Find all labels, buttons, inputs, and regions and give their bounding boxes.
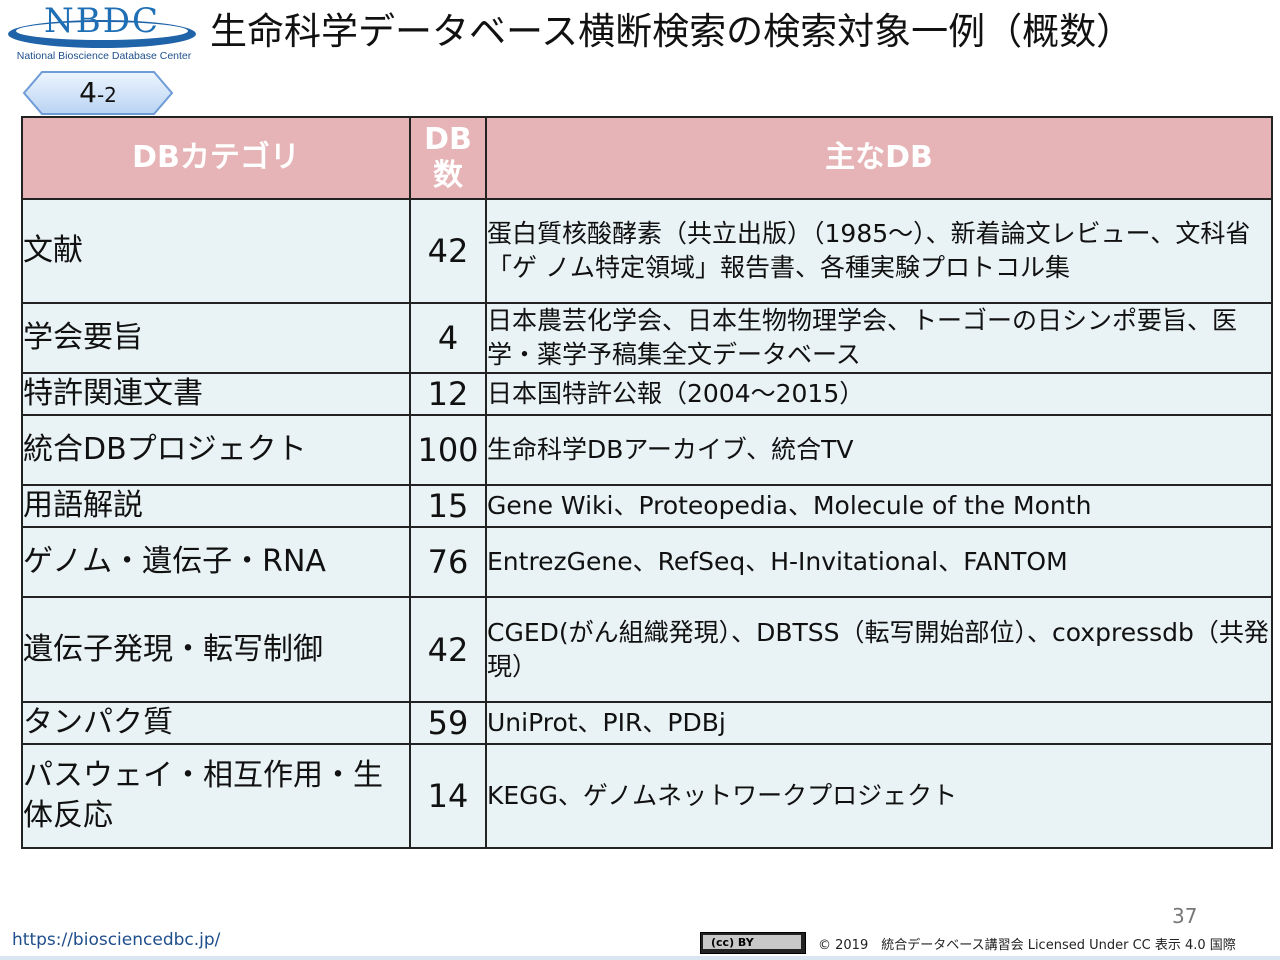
header-category: DBカテゴリ (21, 116, 411, 200)
page-number: 37 (1172, 904, 1198, 928)
main-db-cell: 蛋白質核酸酵素（共立出版）（1985～）、新着論文レビュー、文科省「ゲ ノム特定… (485, 198, 1273, 304)
db-count-cell: 14 (409, 743, 487, 849)
header-db-count: DB 数 (409, 116, 487, 200)
db-count-cell: 15 (409, 484, 487, 528)
db-count-cell: 42 (409, 596, 487, 703)
bottom-divider (0, 956, 1280, 960)
table-row: ゲノム・遺伝子・RNA 76 EntrezGene、RefSeq、H-Invit… (21, 526, 1273, 598)
db-count-cell: 4 (409, 302, 487, 374)
header-db-count-line2: 数 (433, 158, 463, 193)
category-cell: 文献 (21, 198, 411, 304)
main-db-cell: CGED(がん組織発現）、DBTSS（転写開始部位）、coxpressdb（共発… (485, 596, 1273, 703)
category-cell: 学会要旨 (21, 302, 411, 374)
category-cell: パスウェイ・相互作用・生体反応 (21, 743, 411, 849)
db-count-cell: 42 (409, 198, 487, 304)
main-db-cell: UniProt、PIR、PDBj (485, 701, 1273, 745)
main-db-cell: Gene Wiki、Proteopedia、Molecule of the Mo… (485, 484, 1273, 528)
footer-url-link[interactable]: https://biosciencedbc.jp/ (12, 930, 220, 950)
section-badge-sub: -2 (96, 83, 117, 107)
db-count-cell: 76 (409, 526, 487, 598)
cc-by-license-icon: (cc) BY (700, 932, 806, 954)
logo-subtitle: National Bioscience Database Center (16, 50, 192, 62)
copyright-text: © 2019 統合データベース講習会 Licensed Under CC 表示 … (818, 938, 1236, 953)
logo-text: NBDC (43, 1, 160, 41)
table-header-row: DBカテゴリ DB 数 主なDB (21, 116, 1273, 200)
cc-badge-inner: (cc) BY (703, 935, 801, 949)
table-row: 用語解説 15 Gene Wiki、Proteopedia、Molecule o… (21, 484, 1273, 528)
header-db-count-line1: DB (424, 122, 472, 157)
category-cell: 統合DBプロジェクト (21, 414, 411, 486)
main-db-cell: KEGG、ゲノムネットワークプロジェクト (485, 743, 1273, 849)
main-db-cell: 日本国特許公報（2004～2015） (485, 372, 1273, 416)
table-row: 文献 42 蛋白質核酸酵素（共立出版）（1985～）、新着論文レビュー、文科省「… (21, 198, 1273, 304)
table-row: パスウェイ・相互作用・生体反応 14 KEGG、ゲノムネットワークプロジェクト (21, 743, 1273, 849)
table-row: 特許関連文書 12 日本国特許公報（2004～2015） (21, 372, 1273, 416)
main-db-cell: 日本農芸化学会、日本生物物理学会、トーゴーの日シンポ要旨、医学・薬学予稿集全文デ… (485, 302, 1273, 374)
category-cell: ゲノム・遺伝子・RNA (21, 526, 411, 598)
header-main-db: 主なDB (485, 116, 1273, 200)
table-row: 統合DBプロジェクト 100 生命科学DBアーカイブ、統合TV (21, 414, 1273, 486)
main-db-cell: EntrezGene、RefSeq、H-Invitational、FANTOM (485, 526, 1273, 598)
category-cell: 特許関連文書 (21, 372, 411, 416)
nbdc-logo: NBDC National Bioscience Database Center (4, 0, 200, 66)
table-row: タンパク質 59 UniProt、PIR、PDBj (21, 701, 1273, 745)
category-cell: 遺伝子発現・転写制御 (21, 596, 411, 703)
db-count-cell: 12 (409, 372, 487, 416)
table-row: 学会要旨 4 日本農芸化学会、日本生物物理学会、トーゴーの日シンポ要旨、医学・薬… (21, 302, 1273, 374)
category-cell: 用語解説 (21, 484, 411, 528)
main-db-cell: 生命科学DBアーカイブ、統合TV (485, 414, 1273, 486)
section-badge: 4-2 (22, 70, 174, 116)
cc-badge-text: (cc) BY (711, 936, 754, 949)
db-count-cell: 59 (409, 701, 487, 745)
page-title: 生命科学データベース横断検索の検索対象一例（概数） (210, 10, 1134, 53)
table-row: 遺伝子発現・転写制御 42 CGED(がん組織発現）、DBTSS（転写開始部位）… (21, 596, 1273, 703)
section-badge-main: 4 (79, 76, 97, 109)
db-category-table: DBカテゴリ DB 数 主なDB 文献 42 蛋白質核酸酵素（共立出版）（198… (21, 116, 1273, 849)
category-cell: タンパク質 (21, 701, 411, 745)
db-count-cell: 100 (409, 414, 487, 486)
